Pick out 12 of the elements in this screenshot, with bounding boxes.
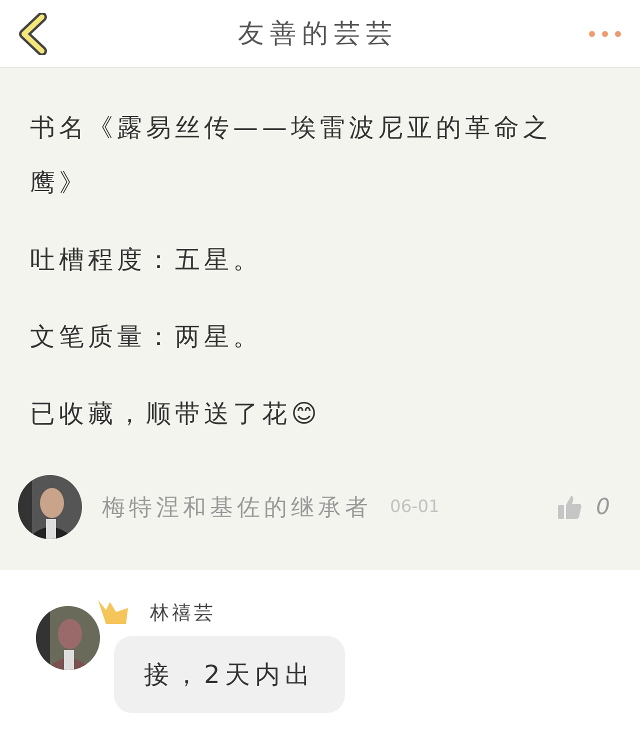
commenter-name: 梅特涅和基佐的继承者 [102,494,372,522]
post-text: 已收藏，顺带送了花😊 [30,398,322,430]
more-button[interactable] [588,30,622,38]
thumbs-up-icon[interactable] [558,495,582,519]
post-text: 书名《露易丝传——埃雷波尼亚的革命之鹰》 [30,112,553,199]
reply-author: 林禧芸 [150,601,217,626]
post-text: 文笔质量：两星。 [30,321,263,353]
back-button[interactable] [18,12,48,54]
page-title: 友善的芸芸 [238,18,398,51]
reply-bubble: 接，2天内出 [114,636,345,713]
post-text: 吐槽程度：五星。 [30,244,263,276]
like-count: 0 [596,494,610,520]
